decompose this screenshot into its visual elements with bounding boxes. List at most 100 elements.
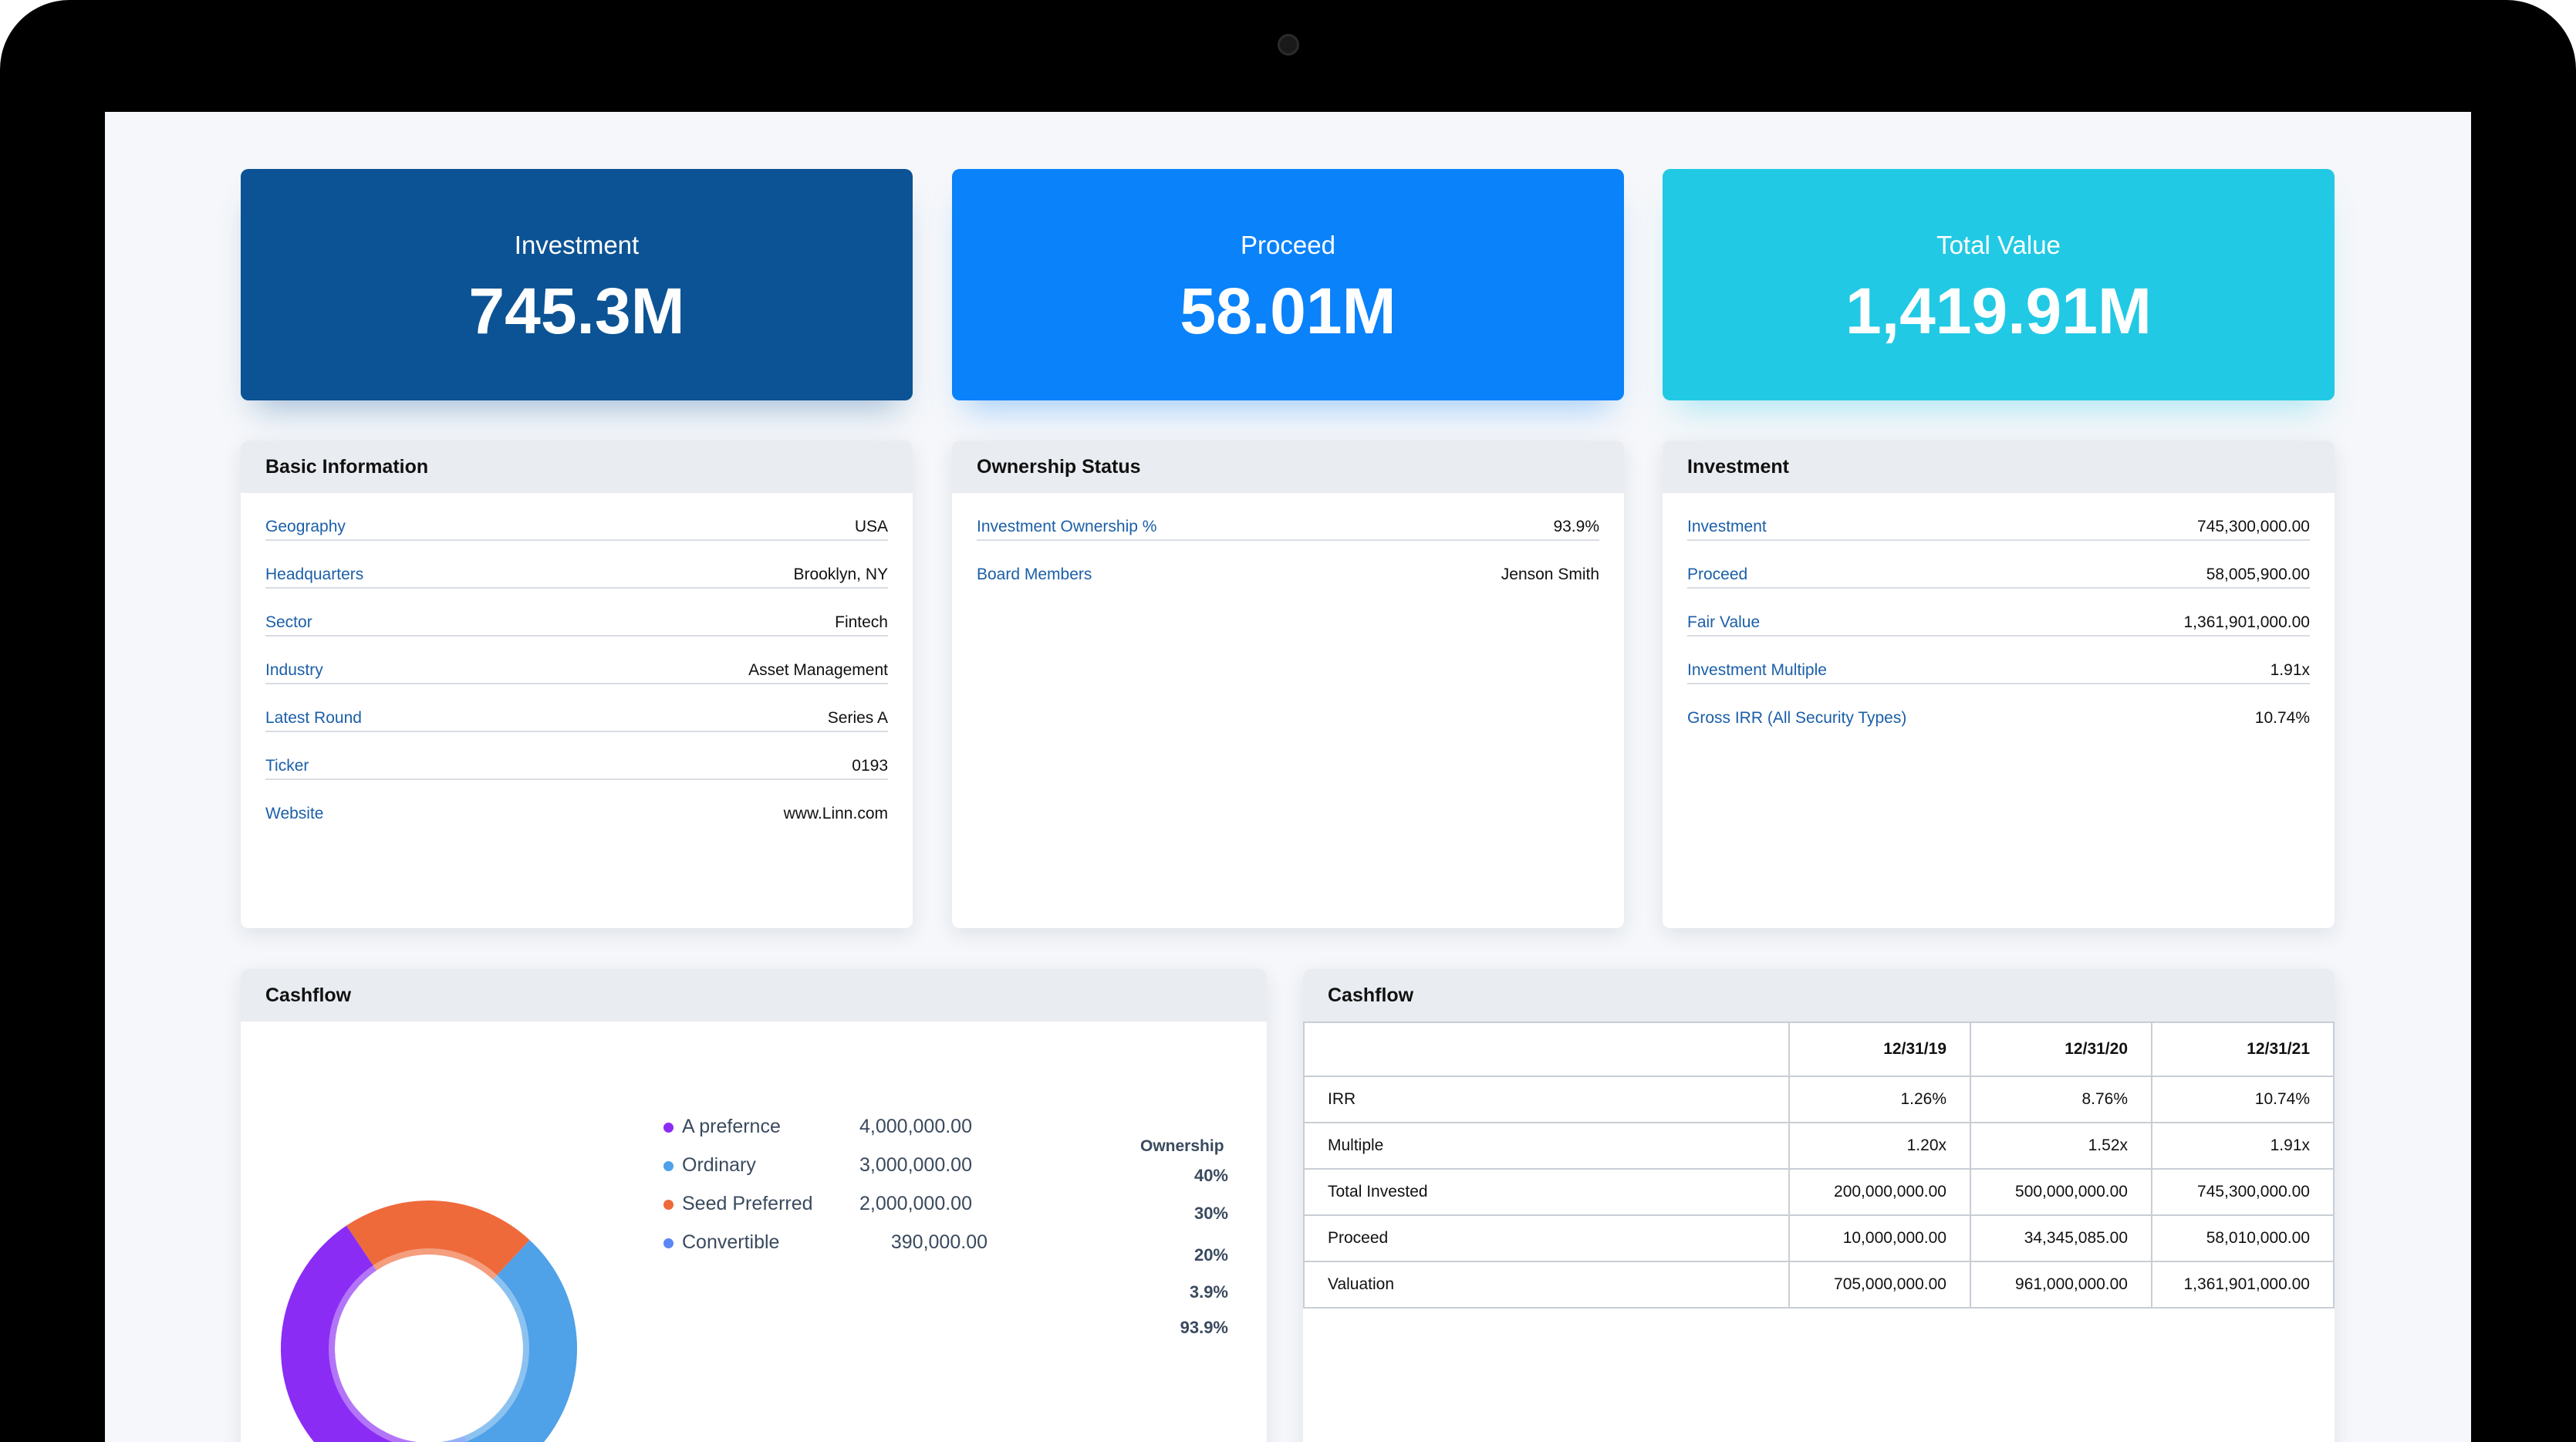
info-value: www.Linn.com — [783, 805, 888, 822]
info-key[interactable]: Fair Value — [1687, 613, 1760, 632]
info-value: 1,361,901,000.00 — [2183, 613, 2311, 631]
kpi-value: 745.3M — [468, 275, 685, 347]
info-row: Proceed 58,005,900.00 — [1687, 541, 2310, 589]
info-key[interactable]: Investment Multiple — [1687, 661, 1827, 680]
column-header[interactable]: 12/31/21 — [2151, 1022, 2335, 1077]
info-key[interactable]: Latest Round — [265, 709, 362, 728]
info-key[interactable]: Sector — [265, 613, 312, 632]
card-title: Basic Information — [241, 441, 913, 493]
cashflow-table-card: Cashflow 12/31/19 12/31/20 12/31/21 IRR … — [1303, 969, 2335, 1442]
info-key[interactable]: Investment Ownership % — [977, 518, 1156, 536]
info-row: Fair Value 1,361,901,000.00 — [1687, 589, 2310, 637]
table-row: Multiple 1.20x 1.52x 1.91x — [1303, 1122, 2335, 1170]
info-key[interactable]: Industry — [265, 661, 323, 680]
info-value: 10.74% — [2254, 709, 2310, 727]
cashflow-table: 12/31/19 12/31/20 12/31/21 IRR 1.26% 8.7… — [1303, 1022, 2335, 1309]
legend-amount: 4,000,000.00 — [859, 1116, 972, 1137]
table-cell: 10.74% — [2151, 1076, 2335, 1123]
ownership-pct: 3.9% — [1189, 1282, 1228, 1302]
table-row: Valuation 705,000,000.00 961,000,000.00 … — [1303, 1261, 2335, 1309]
ownership-pct: 40% — [1193, 1166, 1228, 1185]
legend-item[interactable]: A prefernce 4,000,000.00 — [663, 1116, 1049, 1147]
row-label: Multiple — [1303, 1122, 1790, 1170]
table-cell: 705,000,000.00 — [1788, 1261, 1971, 1309]
info-row: Headquarters Brooklyn, NY — [265, 541, 888, 589]
dashboard-screen: Investment 745.3M Proceed 58.01M Total V… — [105, 112, 2471, 1442]
info-key[interactable]: Investment — [1687, 518, 1767, 536]
legend-amount: 3,000,000.00 — [859, 1154, 972, 1176]
info-value: Asset Management — [748, 661, 888, 679]
info-key[interactable]: Gross IRR (All Security Types) — [1687, 709, 1906, 728]
table-cell: 1.91x — [2151, 1122, 2335, 1170]
legend-dot-icon — [663, 1200, 674, 1210]
info-value: 745,300,000.00 — [2197, 518, 2310, 535]
kpi-label: Total Value — [1936, 231, 2061, 259]
kpi-proceed: Proceed 58.01M — [952, 169, 1624, 400]
table-row: Proceed 10,000,000.00 34,345,085.00 58,0… — [1303, 1214, 2335, 1262]
kpi-total-value: Total Value 1,419.91M — [1663, 169, 2335, 400]
table-cell: 1,361,901,000.00 — [2151, 1261, 2335, 1309]
donut-inner-ring — [329, 1248, 529, 1442]
table-cell: 745,300,000.00 — [2151, 1168, 2335, 1216]
legend-item[interactable]: Convertible 390,000.00 — [663, 1231, 1049, 1262]
info-key[interactable]: Board Members — [977, 566, 1092, 584]
basic-information-card: Basic Information Geography USA Headquart… — [241, 441, 913, 928]
row-label: Valuation — [1303, 1261, 1790, 1309]
investment-card: Investment Investment 745,300,000.00 Proc… — [1663, 441, 2335, 928]
cashflow-chart-card: Cashflow A prefernce 4,000,000.00 Ordinar… — [241, 969, 1267, 1442]
legend-dot-icon — [663, 1161, 674, 1171]
info-key[interactable]: Geography — [265, 518, 346, 536]
column-header — [1303, 1022, 1790, 1077]
donut-slice-a-prefernce[interactable] — [281, 1225, 447, 1442]
table-cell: 10,000,000.00 — [1788, 1214, 1971, 1262]
info-row: Gross IRR (All Security Types) 10.74% — [1687, 684, 2310, 731]
legend-item[interactable]: Ordinary 3,000,000.00 — [663, 1154, 1049, 1185]
legend-name: A prefernce — [682, 1116, 781, 1137]
legend-name: Convertible — [682, 1231, 780, 1253]
info-row: Ticker 0193 — [265, 732, 888, 780]
camera-dot — [1278, 34, 1299, 56]
card-title: Investment — [1663, 441, 2335, 493]
info-value: Series A — [827, 709, 888, 727]
info-key[interactable]: Website — [265, 805, 323, 823]
ownership-pct: 20% — [1193, 1245, 1228, 1265]
legend-amount: 2,000,000.00 — [859, 1193, 972, 1214]
legend-name: Ordinary — [682, 1154, 756, 1176]
info-list: Geography USA Headquarters Brooklyn, NY Se… — [241, 493, 913, 826]
donut-chart — [281, 1201, 577, 1442]
row-label: Total Invested — [1303, 1168, 1790, 1216]
table-row: Total Invested 200,000,000.00 500,000,00… — [1303, 1168, 2335, 1216]
kpi-value: 1,419.91M — [1845, 275, 2152, 347]
ownership-status-card: Ownership Status Investment Ownership % 9… — [952, 441, 1624, 928]
legend-item[interactable]: Seed Preferred 2,000,000.00 — [663, 1193, 1049, 1224]
table-cell: 34,345,085.00 — [1970, 1214, 2152, 1262]
info-value: 58,005,900.00 — [2206, 566, 2310, 583]
info-row: Latest Round Series A — [265, 684, 888, 732]
row-label: Proceed — [1303, 1214, 1790, 1262]
info-value: Brooklyn, NY — [793, 566, 888, 583]
legend-name: Seed Preferred — [682, 1193, 813, 1214]
legend-amount: 390,000.00 — [890, 1231, 988, 1253]
info-value: Fintech — [835, 613, 888, 631]
kpi-investment: Investment 745.3M — [241, 169, 913, 400]
info-key[interactable]: Proceed — [1687, 566, 1747, 584]
info-row: Investment 745,300,000.00 — [1687, 493, 2310, 541]
info-row: Investment Ownership % 93.9% — [977, 493, 1599, 541]
column-header[interactable]: 12/31/19 — [1788, 1022, 1971, 1077]
table-header-row: 12/31/19 12/31/20 12/31/21 — [1303, 1022, 2335, 1077]
card-title: Cashflow — [241, 969, 1267, 1022]
table-cell: 1.20x — [1788, 1122, 1971, 1170]
table-cell: 8.76% — [1970, 1076, 2152, 1123]
info-key[interactable]: Headquarters — [265, 566, 363, 584]
ownership-header: Ownership — [1140, 1137, 1224, 1155]
info-key[interactable]: Ticker — [265, 757, 309, 775]
info-row: Geography USA — [265, 493, 888, 541]
kpi-label: Investment — [514, 231, 640, 259]
info-row: Investment Multiple 1.91x — [1687, 637, 2310, 684]
table-cell: 1.52x — [1970, 1122, 2152, 1170]
column-header[interactable]: 12/31/20 — [1970, 1022, 2152, 1077]
legend-dot-icon — [663, 1238, 674, 1248]
info-value: Jenson Smith — [1501, 566, 1599, 583]
table-cell: 961,000,000.00 — [1970, 1261, 2152, 1309]
row-label: IRR — [1303, 1076, 1790, 1123]
